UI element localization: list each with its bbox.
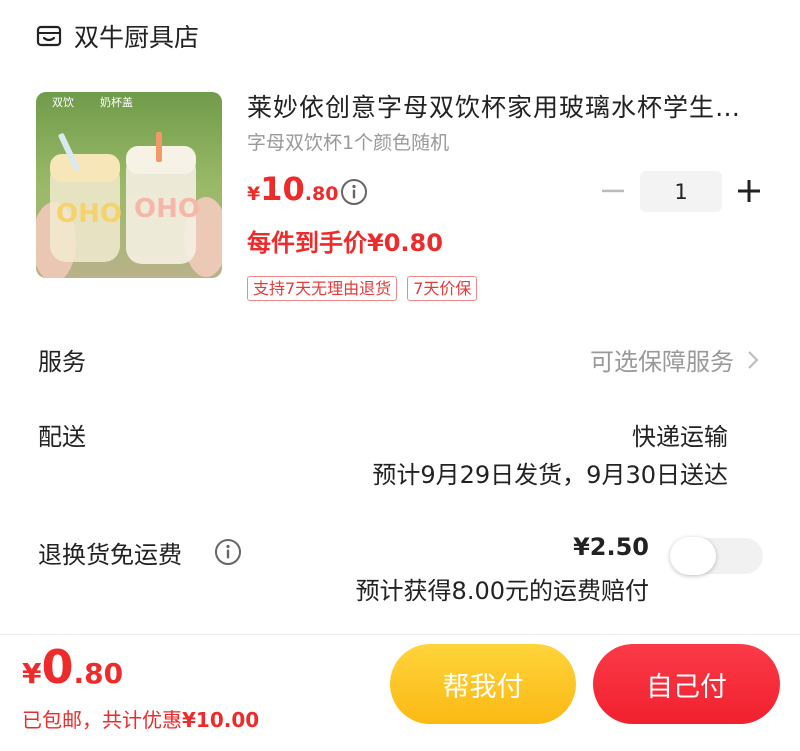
product-image-caption: 奶杯盖 bbox=[100, 95, 133, 109]
self-pay-button[interactable]: 自己付 bbox=[593, 644, 780, 724]
return-shipping-toggle[interactable] bbox=[670, 537, 763, 575]
final-unit-price: 每件到手价¥0.80 bbox=[247, 229, 443, 257]
delivery-eta: 预计9月29日发货，9月30日送达 bbox=[372, 461, 728, 489]
store-icon bbox=[36, 23, 62, 49]
return-shipping-info-icon[interactable] bbox=[214, 538, 242, 566]
price-info-icon[interactable] bbox=[340, 178, 368, 206]
return-shipping-note: 预计获得8.00元的运费赔付 bbox=[355, 577, 649, 605]
product-image-cup-text: OHO bbox=[56, 199, 122, 229]
service-selector[interactable]: 可选保障服务 bbox=[590, 342, 760, 377]
total-currency: ¥ bbox=[22, 657, 42, 690]
discount-amount: ¥10.00 bbox=[182, 708, 260, 732]
return-policy-tag: 支持7天无理由退货 bbox=[247, 276, 398, 301]
delivery-label: 配送 bbox=[38, 423, 86, 451]
total-decimal: .80 bbox=[73, 657, 124, 690]
shop-header[interactable]: 双牛厨具店 bbox=[36, 18, 199, 54]
service-value: 可选保障服务 bbox=[590, 348, 734, 376]
product-spec[interactable]: 字母双饮杯1个颜色随机 bbox=[247, 128, 449, 155]
chevron-right-icon bbox=[746, 349, 760, 371]
shop-name: 双牛厨具店 bbox=[74, 23, 200, 52]
toggle-knob bbox=[670, 537, 716, 575]
delivery-method: 快递运输 bbox=[632, 423, 728, 451]
product-image-cup-text: OHO bbox=[134, 194, 200, 224]
quantity-input[interactable]: 1 bbox=[640, 171, 722, 212]
total-integer: 0 bbox=[41, 640, 74, 694]
product-title[interactable]: 莱妙依创意字母双饮杯家用玻璃水杯学生… bbox=[247, 88, 767, 124]
quantity-decrease-button[interactable] bbox=[600, 178, 626, 204]
price-currency: ¥ bbox=[247, 183, 261, 205]
price-protection-tag: 7天价保 bbox=[407, 276, 478, 301]
total-price: ¥ 0 .80 bbox=[22, 640, 123, 694]
product-tags: 支持7天无理由退货 7天价保 bbox=[247, 276, 478, 301]
service-label: 服务 bbox=[38, 348, 86, 376]
price-decimal: .80 bbox=[304, 183, 339, 205]
price-integer: 10 bbox=[260, 170, 305, 208]
product-image-caption: 双饮 bbox=[52, 96, 74, 109]
return-shipping-price: ¥2.50 bbox=[573, 533, 649, 561]
help-pay-button[interactable]: 帮我付 bbox=[390, 644, 576, 724]
shipping-discount-line: 已包邮，共计优惠¥10.00 bbox=[22, 704, 259, 733]
product-image[interactable]: OHO OHO 双饮 奶杯盖 bbox=[36, 92, 222, 278]
shipping-prefix: 已包邮，共计优惠 bbox=[22, 708, 182, 732]
return-shipping-label: 退换货免运费 bbox=[38, 541, 182, 569]
quantity-increase-button[interactable] bbox=[736, 178, 762, 204]
product-price: ¥ 10 .80 bbox=[247, 170, 338, 208]
